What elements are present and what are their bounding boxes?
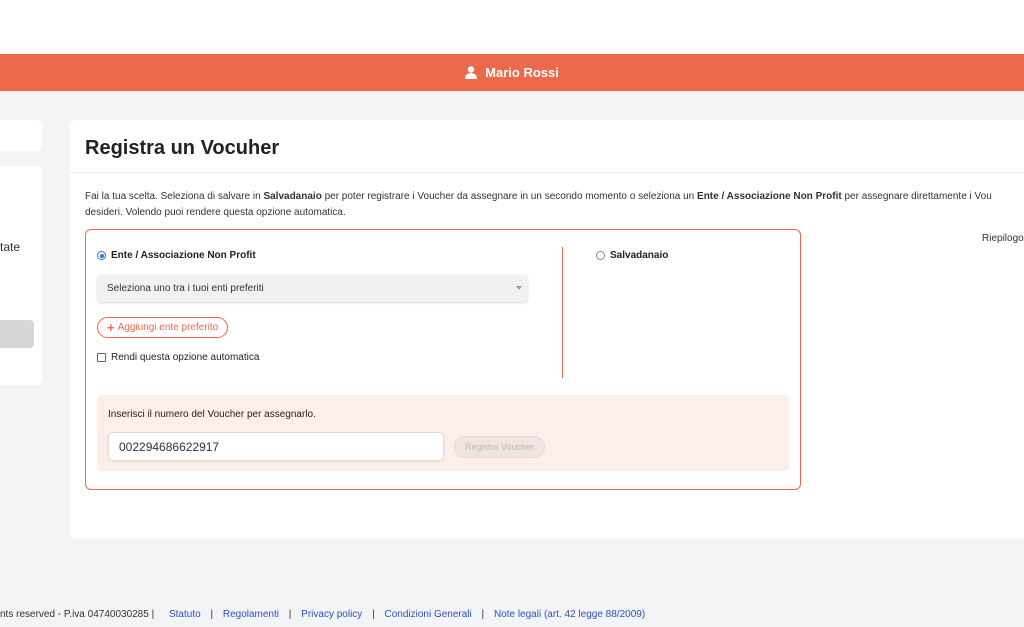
plus-icon: + [107, 320, 115, 335]
footer-link-note-legali[interactable]: Note legali (art. 42 legge 88/2009) [494, 609, 645, 620]
sidebar-button[interactable] [0, 320, 34, 348]
add-favorite-label: Aggiungi ente preferito [117, 322, 219, 333]
sidebar-partial-text: tate [0, 240, 21, 254]
destination-choice-box: Ente / Associazione Non Profit Salvadana… [85, 229, 801, 490]
footer-link-regolamenti[interactable]: Regolamenti [223, 609, 279, 620]
page-title: Registra un Vocuher [85, 137, 280, 159]
sidebar-card: tate [0, 166, 42, 385]
radio-salvadanaio-button[interactable] [596, 251, 605, 260]
voucher-label: Inserisci il numero del Voucher per asse… [108, 409, 316, 420]
footer-link-privacy[interactable]: Privacy policy [301, 609, 362, 620]
summary-label: Riepilogo [982, 233, 1024, 244]
user-icon [465, 66, 478, 79]
voucher-number-input[interactable] [108, 432, 444, 461]
automatic-option-label: Rendi questa opzione automatica [111, 352, 260, 363]
intro-text: Fai la tua scelta. Seleziona di salvare … [85, 191, 992, 218]
register-voucher-button[interactable]: Registra Voucher [454, 436, 546, 458]
radio-ente-label: Ente / Associazione Non Profit [111, 250, 256, 261]
add-favorite-button[interactable]: + Aggiungi ente preferito [97, 317, 229, 338]
options-divider [562, 247, 563, 378]
chevron-down-icon [516, 286, 522, 290]
select-value: Seleziona uno tra i tuoi enti preferiti [107, 283, 264, 294]
user-name[interactable]: Mario Rossi [485, 65, 559, 80]
radio-salvadanaio[interactable]: Salvadanaio [596, 250, 668, 261]
title-divider [70, 172, 1024, 173]
register-voucher-card: Registra un Vocuher Fai la tua scelta. S… [70, 120, 1024, 539]
sidebar-card-top [0, 120, 42, 151]
user-header: Mario Rossi [0, 54, 1024, 91]
top-bar [0, 0, 1024, 54]
footer: nts reserved - P.iva 04740030285 | Statu… [0, 609, 646, 620]
radio-salvadanaio-label: Salvadanaio [610, 250, 669, 261]
footer-copyright: nts reserved - P.iva 04740030285 | [0, 609, 155, 620]
footer-link-condizioni[interactable]: Condizioni Generali [384, 609, 471, 620]
radio-ente-button[interactable] [97, 251, 106, 260]
radio-ente[interactable]: Ente / Associazione Non Profit [97, 250, 256, 261]
automatic-option[interactable]: Rendi questa opzione automatica [97, 352, 259, 363]
footer-link-statuto[interactable]: Statuto [169, 609, 201, 620]
favorite-ente-select[interactable]: Seleziona uno tra i tuoi enti preferiti [97, 275, 528, 302]
automatic-option-checkbox[interactable] [97, 353, 106, 362]
voucher-panel: Inserisci il numero del Voucher per asse… [97, 395, 789, 471]
